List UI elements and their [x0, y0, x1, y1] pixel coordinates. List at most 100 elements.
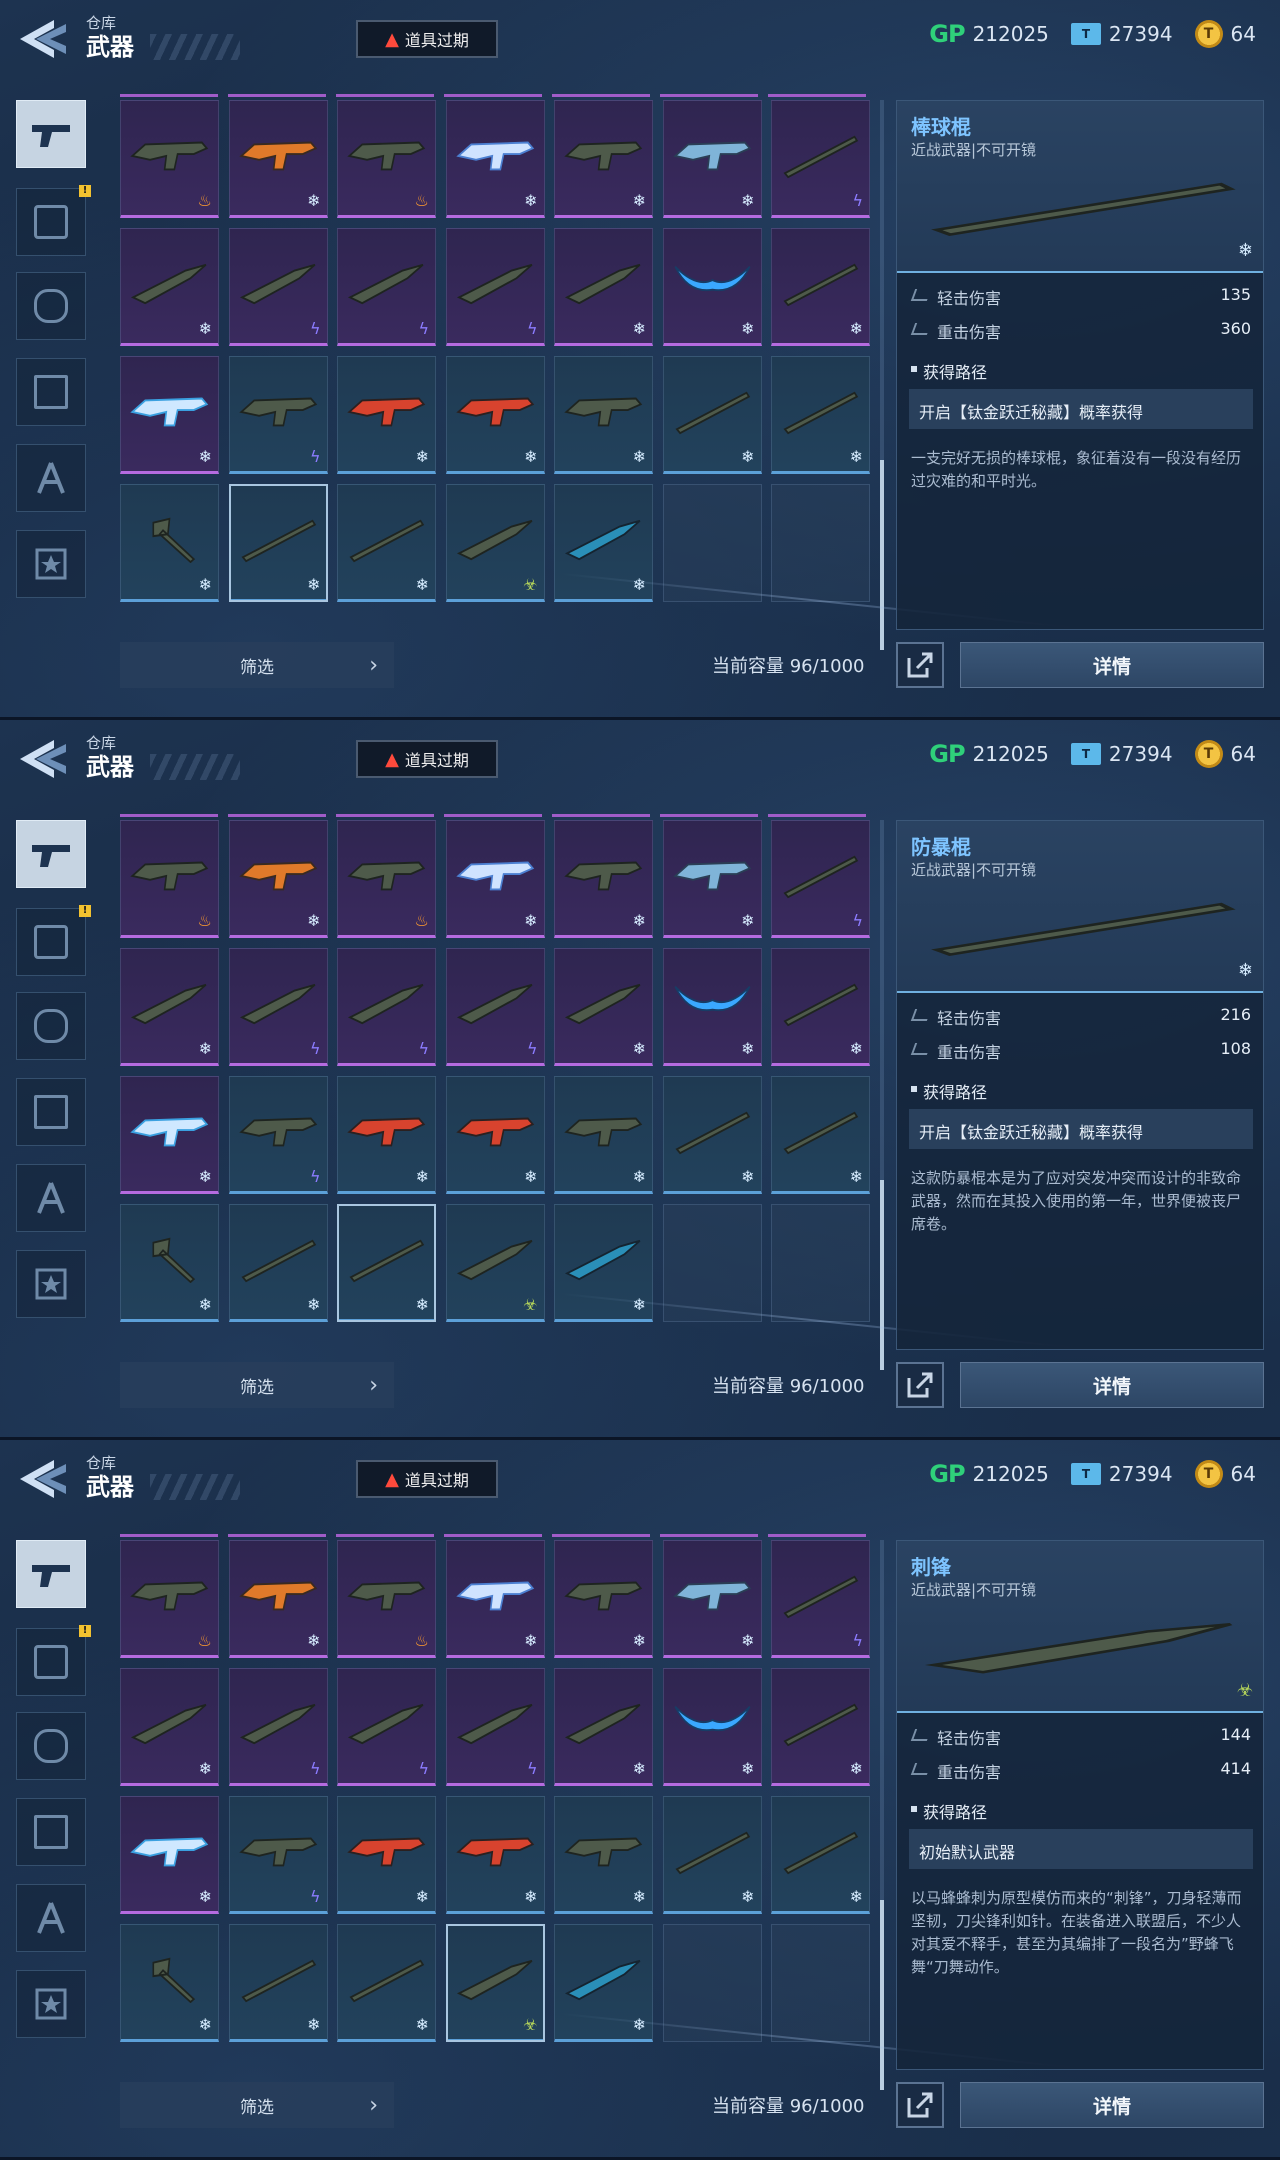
grid-scrollbar[interactable]	[880, 100, 884, 650]
filter-button[interactable]: 筛选 ›	[120, 2082, 394, 2128]
details-button[interactable]: 详情	[960, 642, 1264, 688]
weapon-slot[interactable]: ❄	[771, 228, 870, 346]
weapon-slot[interactable]: ❄	[337, 484, 436, 602]
weapon-slot[interactable]: ♨	[337, 1540, 436, 1658]
weapon-slot[interactable]: ❄	[228, 484, 328, 602]
weapon-slot[interactable]: ❄	[554, 100, 653, 218]
weapon-slot[interactable]: ❄	[662, 228, 762, 346]
category-tab-outfit[interactable]	[16, 1884, 86, 1952]
weapon-slot[interactable]: ❄	[120, 1668, 219, 1786]
weapon-slot[interactable]: ❄	[445, 356, 545, 474]
weapon-slot[interactable]: ❄	[228, 1924, 328, 2042]
weapon-slot[interactable]: ❄	[554, 948, 653, 1066]
weapon-slot[interactable]: ❄	[662, 356, 762, 474]
weapon-slot[interactable]: ❄	[120, 948, 219, 1066]
weapon-slot[interactable]: ϟ	[445, 228, 545, 346]
weapon-slot[interactable]: ❄	[445, 820, 545, 938]
category-tab-weapon[interactable]	[16, 820, 86, 888]
scrollbar-thumb[interactable]	[880, 460, 884, 650]
weapon-slot[interactable]: ❄	[554, 1796, 653, 1914]
expired-items-button[interactable]: ▲ 道具过期	[356, 740, 498, 778]
weapon-slot[interactable]: ❄	[337, 1796, 436, 1914]
weapon-slot[interactable]: ❄	[662, 1076, 762, 1194]
weapon-slot[interactable]: ♨	[337, 100, 436, 218]
weapon-slot[interactable]: ❄	[554, 1540, 653, 1658]
filter-button[interactable]: 筛选 ›	[120, 642, 394, 688]
category-tab-outfit[interactable]	[16, 444, 86, 512]
weapon-slot[interactable]: ϟ	[445, 948, 545, 1066]
weapon-slot[interactable]: ϟ	[445, 1668, 545, 1786]
weapon-slot[interactable]: ❄	[662, 1796, 762, 1914]
weapon-slot[interactable]: ❄	[120, 1204, 219, 1322]
weapon-slot[interactable]: ❄	[228, 1540, 328, 1658]
weapon-slot[interactable]: ❄	[445, 1540, 545, 1658]
details-button[interactable]: 详情	[960, 1362, 1264, 1408]
weapon-slot[interactable]: ❄	[120, 1796, 219, 1914]
share-button[interactable]	[896, 1362, 944, 1408]
weapon-slot[interactable]: ❄	[554, 356, 653, 474]
weapon-slot[interactable]: ❄	[120, 1924, 219, 2042]
expired-items-button[interactable]: ▲ 道具过期	[356, 20, 498, 58]
weapon-slot[interactable]: ❄	[554, 1924, 653, 2042]
weapon-slot[interactable]: ❄	[445, 1796, 545, 1914]
weapon-slot[interactable]: ϟ	[337, 1668, 436, 1786]
weapon-slot[interactable]: ❄	[120, 1076, 219, 1194]
weapon-slot[interactable]: ϟ	[228, 356, 328, 474]
back-button[interactable]	[14, 734, 74, 784]
weapon-slot[interactable]: ♨	[120, 100, 219, 218]
weapon-slot[interactable]: ϟ	[228, 228, 328, 346]
weapon-slot[interactable]: ❄	[554, 820, 653, 938]
weapon-slot[interactable]: ϟ	[228, 1076, 328, 1194]
weapon-slot[interactable]: ❄	[662, 948, 762, 1066]
weapon-slot[interactable]: ❄	[120, 228, 219, 346]
weapon-slot[interactable]: ♨	[337, 820, 436, 938]
weapon-slot[interactable]: ❄	[228, 820, 328, 938]
back-button[interactable]	[14, 1454, 74, 1504]
weapon-slot[interactable]: ☣	[445, 1204, 545, 1322]
details-button[interactable]: 详情	[960, 2082, 1264, 2128]
grid-scrollbar[interactable]	[880, 1540, 884, 2090]
weapon-slot[interactable]: ❄	[662, 1668, 762, 1786]
category-tab-badge[interactable]	[16, 1970, 86, 2038]
weapon-slot[interactable]: ❄	[445, 1076, 545, 1194]
category-tab-weapon[interactable]	[16, 100, 86, 168]
weapon-slot[interactable]: ❄	[120, 484, 219, 602]
category-tab-badge[interactable]	[16, 530, 86, 598]
weapon-slot[interactable]: ☣	[445, 484, 545, 602]
weapon-slot[interactable]: ϟ	[337, 948, 436, 1066]
weapon-slot[interactable]: ❄	[771, 356, 870, 474]
category-tab-helmet[interactable]	[16, 992, 86, 1060]
weapon-slot[interactable]: ϟ	[228, 1796, 328, 1914]
weapon-slot[interactable]: ❄	[445, 100, 545, 218]
category-tab-gear[interactable]	[16, 1798, 86, 1866]
scrollbar-thumb[interactable]	[880, 1180, 884, 1370]
weapon-slot[interactable]: ❄	[662, 100, 762, 218]
weapon-slot[interactable]: ☣	[445, 1924, 545, 2042]
category-tab-outfit[interactable]	[16, 1164, 86, 1232]
weapon-slot[interactable]: ❄	[554, 1076, 653, 1194]
weapon-slot[interactable]: ❄	[337, 1924, 436, 2042]
weapon-slot[interactable]: ❄	[120, 356, 219, 474]
weapon-slot[interactable]: ❄	[337, 356, 436, 474]
weapon-slot[interactable]: ❄	[228, 100, 328, 218]
grid-scrollbar[interactable]	[880, 820, 884, 1370]
category-tab-gear[interactable]	[16, 358, 86, 426]
weapon-slot[interactable]: ❄	[771, 1076, 870, 1194]
weapon-slot[interactable]: ❄	[554, 1204, 653, 1322]
scrollbar-thumb[interactable]	[880, 1900, 884, 2090]
filter-button[interactable]: 筛选 ›	[120, 1362, 394, 1408]
weapon-slot[interactable]: ♨	[120, 1540, 219, 1658]
share-button[interactable]	[896, 2082, 944, 2128]
weapon-slot[interactable]: ❄	[228, 1204, 328, 1322]
category-tab-gear[interactable]	[16, 1078, 86, 1146]
weapon-slot[interactable]: ❄	[771, 1796, 870, 1914]
weapon-slot[interactable]: ❄	[662, 820, 762, 938]
weapon-slot[interactable]: ϟ	[771, 820, 870, 938]
category-tab-weapon[interactable]	[16, 1540, 86, 1608]
weapon-slot[interactable]: ❄	[554, 1668, 653, 1786]
weapon-slot[interactable]: ❄	[662, 1540, 762, 1658]
weapon-slot[interactable]: ϟ	[228, 1668, 328, 1786]
weapon-slot[interactable]: ϟ	[337, 228, 436, 346]
category-tab-badge[interactable]	[16, 1250, 86, 1318]
expired-items-button[interactable]: ▲ 道具过期	[356, 1460, 498, 1498]
